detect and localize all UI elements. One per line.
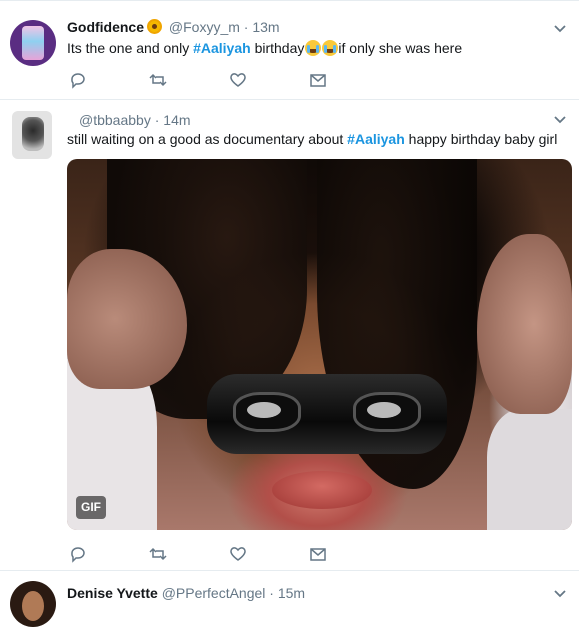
reply-icon[interactable]: [69, 71, 87, 89]
gif-badge: GIF: [76, 496, 106, 519]
tweet-header: Godfidence @Foxyy_m · 13m: [67, 18, 280, 36]
crying-face-icon: [304, 40, 321, 56]
separator-dot: ·: [269, 585, 274, 601]
direct-message-icon[interactable]: [309, 71, 327, 89]
media-image-detail: [272, 471, 372, 509]
gif-media[interactable]: GIF: [67, 159, 572, 530]
like-icon[interactable]: [229, 545, 247, 563]
tweet[interactable]: @tbbaabby · 14m still waiting on a good …: [0, 99, 579, 571]
like-icon[interactable]: [229, 71, 247, 89]
avatar[interactable]: [12, 111, 52, 159]
display-name[interactable]: Denise Yvette: [67, 585, 158, 601]
reply-icon[interactable]: [69, 545, 87, 563]
media-image-detail: [477, 234, 572, 414]
chevron-down-icon[interactable]: [553, 113, 567, 127]
retweet-icon[interactable]: [149, 545, 167, 563]
chevron-down-icon[interactable]: [553, 22, 567, 36]
user-handle[interactable]: @Foxyy_m: [169, 19, 240, 35]
tweet[interactable]: Denise Yvette @PPerfectAngel · 15m: [0, 571, 579, 627]
hashtag-link[interactable]: #Aaliyah: [193, 40, 251, 56]
media-image-detail: [207, 374, 447, 454]
tweet-text: Its the one and only #Aaliyah birthday if…: [67, 39, 462, 57]
direct-message-icon[interactable]: [309, 545, 327, 563]
timestamp[interactable]: 13m: [252, 19, 279, 35]
tweet[interactable]: Godfidence @Foxyy_m · 13m Its the one an…: [0, 8, 579, 100]
tweet-actions: [67, 545, 347, 563]
sunflower-icon: [147, 19, 163, 34]
tweet-text: still waiting on a good as documentary a…: [67, 130, 557, 148]
tweet-actions: [67, 71, 347, 89]
user-handle[interactable]: @PPerfectAngel: [162, 585, 266, 601]
chevron-down-icon[interactable]: [553, 587, 567, 601]
media-image-detail: [487, 409, 572, 530]
tweet-text-part: Its the one and only: [67, 40, 194, 56]
user-handle[interactable]: @tbbaabby: [79, 112, 151, 128]
tweet-text-part: birthday: [250, 40, 305, 56]
timestamp[interactable]: 15m: [278, 585, 305, 601]
tweet-header: Denise Yvette @PPerfectAngel · 15m: [67, 584, 305, 602]
display-name[interactable]: Godfidence: [67, 19, 144, 35]
hashtag-link[interactable]: #Aaliyah: [347, 131, 405, 147]
separator-dot: ·: [154, 112, 160, 128]
tweet-header: @tbbaabby · 14m: [67, 111, 191, 129]
tweet-text-part: happy birthday baby girl: [404, 131, 558, 147]
timestamp[interactable]: 14m: [163, 112, 190, 128]
avatar[interactable]: [10, 20, 56, 66]
tweet-text-part: still waiting on a good as documentary a…: [67, 131, 348, 147]
crying-face-icon: [321, 40, 338, 56]
tweet-text-part: if only she was here: [338, 40, 463, 56]
top-divider: [0, 0, 579, 1]
separator-dot: ·: [243, 19, 249, 35]
retweet-icon[interactable]: [149, 71, 167, 89]
avatar[interactable]: [10, 581, 56, 627]
